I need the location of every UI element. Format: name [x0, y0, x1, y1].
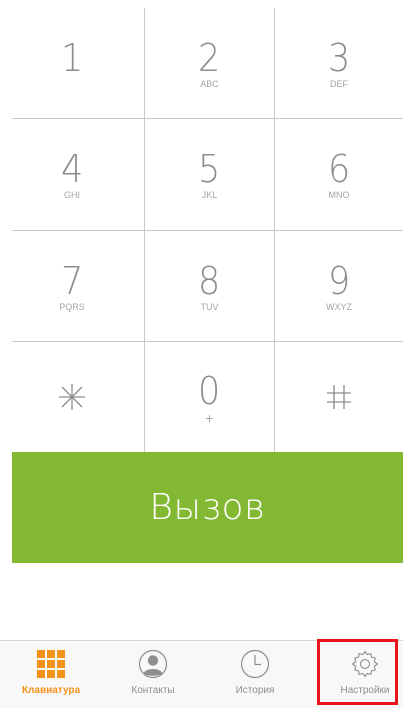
- key-letters: GHI: [63, 190, 80, 200]
- key-5[interactable]: 5 JKL: [145, 119, 274, 230]
- key-digit: 4: [60, 147, 84, 191]
- key-digit: 1: [60, 35, 84, 80]
- keypad: 1 2 ABC 3 DEF 4 GHI 5 JKL 6 MNO 7 PQRS 8: [0, 0, 403, 452]
- key-6[interactable]: 6 MNO: [275, 119, 403, 230]
- key-letters: JKL: [201, 190, 218, 200]
- key-letters: ABC: [200, 78, 219, 89]
- tab-settings[interactable]: Настройки: [322, 641, 403, 707]
- key-0[interactable]: 0 +: [145, 342, 274, 452]
- dialer-screen: 1 2 ABC 3 DEF 4 GHI 5 JKL 6 MNO 7 PQRS 8: [0, 0, 403, 708]
- tab-label: Настройки: [340, 685, 390, 696]
- gear-icon: [349, 648, 381, 680]
- key-digit: 0: [198, 368, 221, 413]
- key-8[interactable]: 8 TUV: [145, 231, 274, 341]
- key-letters: TUV: [200, 301, 219, 312]
- key-digit: 8: [198, 258, 221, 303]
- key-digit: 9: [327, 258, 351, 303]
- key-letters: +: [205, 409, 214, 426]
- key-letters: MNO: [328, 190, 350, 200]
- hash-icon: [327, 385, 351, 409]
- key-digit: 6: [327, 147, 351, 191]
- key-3[interactable]: 3 DEF: [275, 8, 403, 118]
- call-button-label: Вызов: [149, 487, 266, 528]
- tab-history[interactable]: История: [212, 641, 298, 707]
- key-letters: DEF: [330, 78, 348, 89]
- tab-keypad[interactable]: Клавиатура: [8, 641, 94, 707]
- tab-label: Контакты: [131, 685, 175, 696]
- key-digit: 3: [327, 35, 351, 80]
- key-hash[interactable]: [275, 342, 403, 452]
- tab-contacts[interactable]: Контакты: [110, 641, 196, 707]
- call-button[interactable]: Вызов: [12, 452, 403, 563]
- key-9[interactable]: 9 WXYZ: [275, 231, 403, 341]
- key-letters: PQRS: [59, 301, 85, 312]
- contact-person-icon: [137, 648, 169, 680]
- key-digit: 7: [60, 258, 84, 303]
- tab-label: История: [235, 685, 275, 696]
- key-letters: WXYZ: [326, 301, 352, 312]
- clock-icon: [239, 648, 271, 680]
- key-7[interactable]: 7 PQRS: [0, 231, 144, 341]
- tab-label: Клавиатура: [21, 685, 81, 696]
- key-star[interactable]: [0, 342, 144, 452]
- key-4[interactable]: 4 GHI: [0, 119, 144, 230]
- key-1[interactable]: 1: [0, 8, 144, 118]
- keypad-grid-icon: [35, 648, 67, 680]
- tab-bar: Клавиатура Контакты История Настройки: [0, 640, 403, 708]
- asterisk-icon: [59, 384, 85, 410]
- key-digit: 5: [198, 147, 221, 191]
- key-digit: 2: [198, 35, 221, 80]
- key-2[interactable]: 2 ABC: [145, 8, 274, 118]
